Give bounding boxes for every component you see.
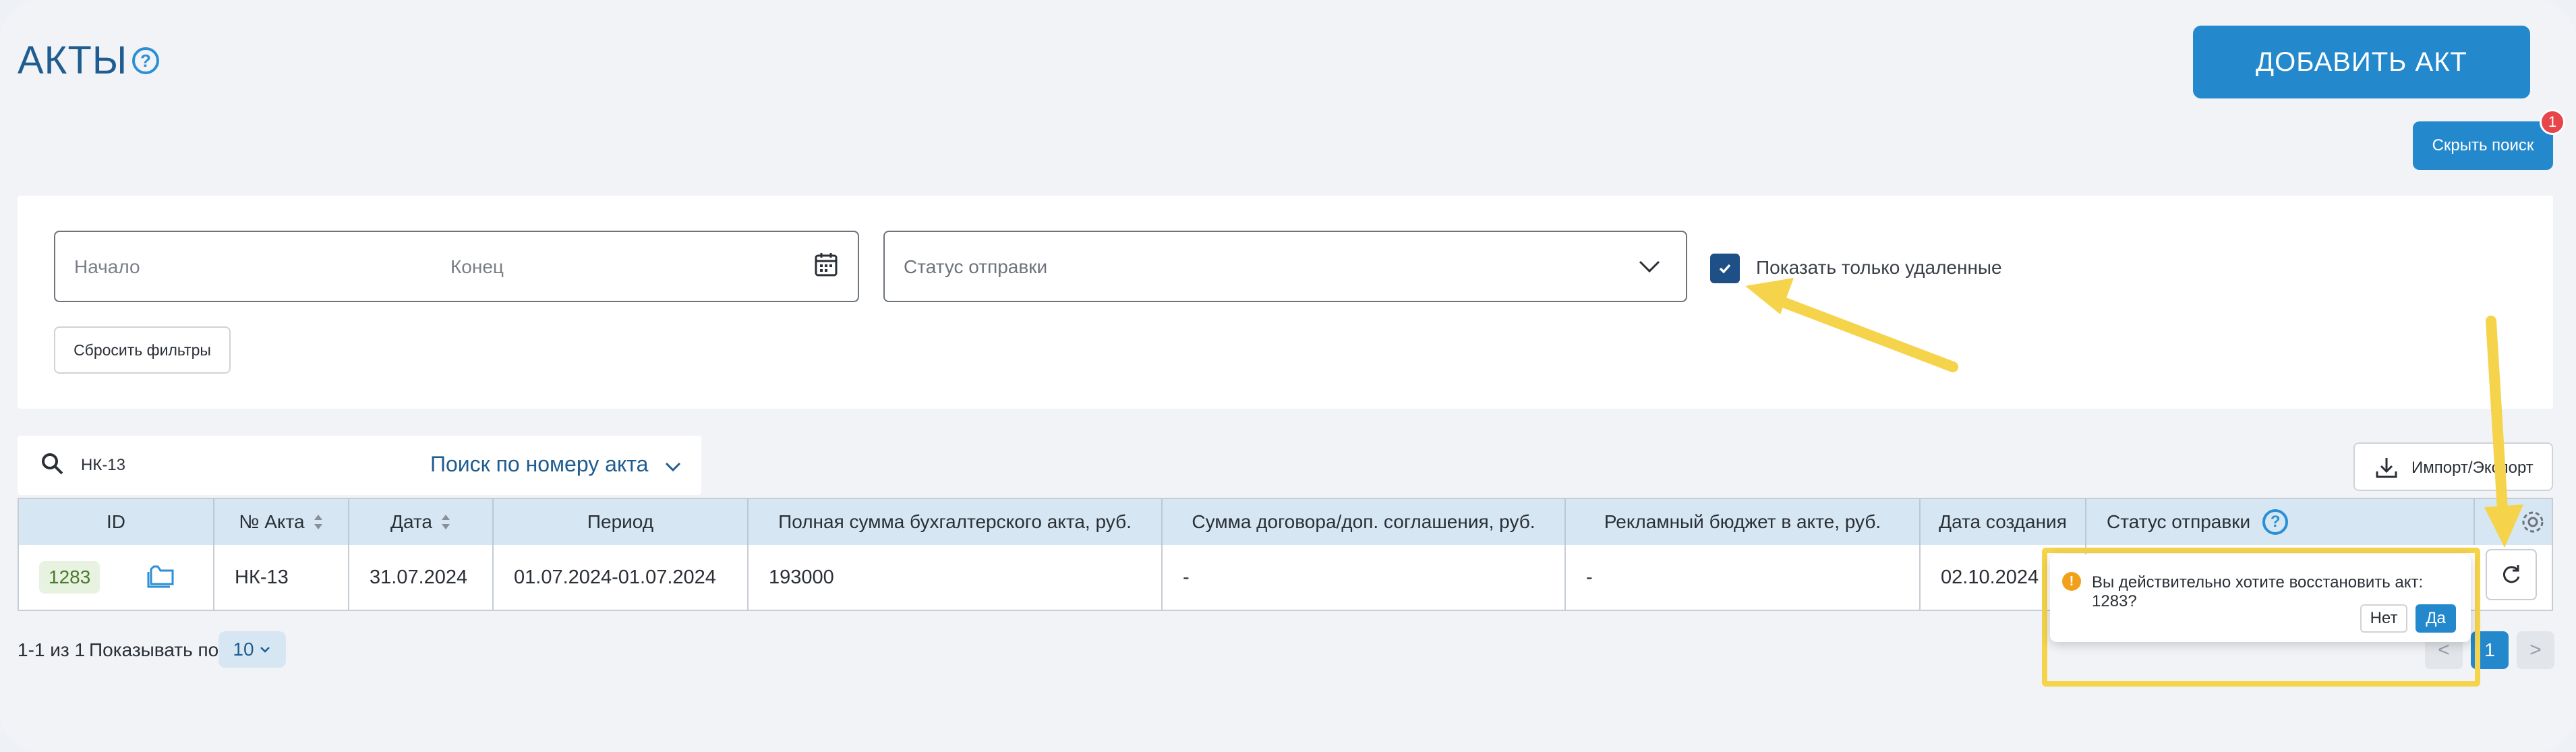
column-header-full-sum: Полная сумма бухгалтерского акта, руб. [749,499,1163,545]
cell-ad-budget: - [1566,545,1921,610]
cell-period: 01.07.2024-01.07.2024 [494,545,749,610]
column-header-status: Статус отправки ? [2086,499,2475,545]
column-header-created: Дата создания [1921,499,2086,545]
date-end-field[interactable]: Конец [450,256,504,278]
import-export-label: Импорт/Экспорт [2411,459,2534,477]
reset-filters-button[interactable]: Сбросить фильтры [54,326,231,374]
date-start-field[interactable]: Начало [74,256,140,278]
sort-icon[interactable] [440,513,451,531]
help-icon[interactable]: ? [132,47,159,74]
status-select-placeholder: Статус отправки [904,256,1048,277]
column-header-period: Период [494,499,749,545]
download-icon [2376,458,2397,478]
search-mode-select[interactable]: Поиск по номеру акта [430,452,648,477]
page-title: АКТЫ [18,38,128,82]
chevron-down-icon [665,462,681,472]
date-range-picker[interactable]: Начало Конец [54,231,859,302]
notification-badge: 1 [2540,109,2565,135]
confirm-message: Вы действительно хотите восстановить акт… [2092,573,2424,610]
cell-number: НК-13 [214,545,349,610]
calendar-icon[interactable] [815,252,838,277]
table-header: ID № Акта Дата Период Полная сумма бухга… [19,499,2552,545]
page: АКТЫ ? ДОБАВИТЬ АКТ Скрыть поиск 1 Начал… [0,0,2576,752]
cell-date: 31.07.2024 [349,545,494,610]
search-icon [42,453,63,475]
confirm-no-button[interactable]: Нет [2360,604,2407,633]
per-page-label: Показывать по [89,639,219,660]
cell-full-sum: 193000 [749,545,1163,610]
cell-contract-sum: - [1163,545,1566,610]
search-bar: НК-13 Поиск по номеру акта [18,436,701,495]
sort-icon[interactable] [313,513,324,531]
next-page-button[interactable]: > [2517,631,2554,669]
search-input[interactable]: НК-13 [81,456,125,475]
pagination-range: 1-1 из 1 [18,639,86,660]
gear-icon[interactable] [2519,509,2546,536]
import-export-button[interactable]: Импорт/Экспорт [2353,442,2553,491]
restore-button[interactable] [2486,549,2537,600]
cell-id: 1283 [19,545,214,610]
confirm-yes-button[interactable]: Да [2416,604,2456,633]
column-header-ad-budget: Рекламный бюджет в акте, руб. [1566,499,1921,545]
warning-icon: ! [2062,572,2081,591]
filter-panel [18,196,2553,409]
show-deleted-label: Показать только удаленные [1756,257,2002,278]
show-deleted-checkbox[interactable] [1710,254,1740,283]
status-select[interactable]: Статус отправки [883,231,1687,302]
folder-icon[interactable] [147,562,175,588]
check-icon [1719,264,1731,274]
column-header-contract-sum: Сумма договора/доп. соглашения, руб. [1163,499,1566,545]
chevron-down-icon [1639,260,1660,273]
column-header-date[interactable]: Дата [349,499,494,545]
restore-icon [2502,565,2520,583]
chevron-down-icon [260,647,270,653]
id-badge: 1283 [39,561,100,594]
restore-confirm-popover: ! Вы действительно хотите восстановить а… [2050,554,2471,642]
column-header-id[interactable]: ID [19,499,214,545]
column-header-number[interactable]: № Акта [214,499,349,545]
add-act-button[interactable]: ДОБАВИТЬ АКТ [2193,26,2530,98]
per-page-select[interactable]: 10 [218,631,286,668]
hide-search-button[interactable]: Скрыть поиск [2413,121,2553,170]
help-icon[interactable]: ? [2262,509,2289,535]
